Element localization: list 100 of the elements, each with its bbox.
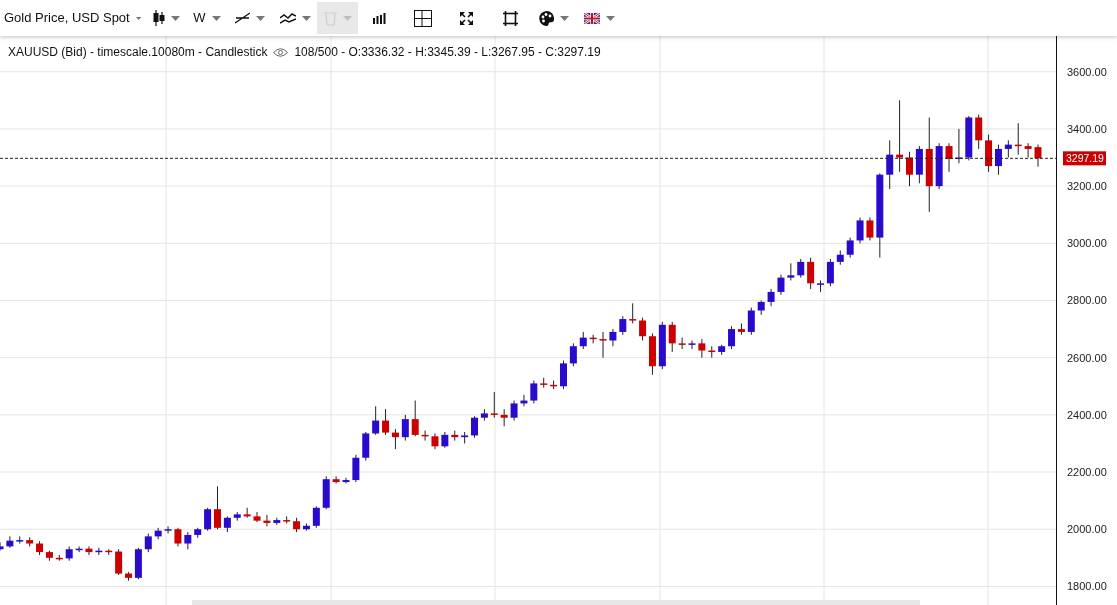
- candle: [589, 334, 597, 344]
- candle: [866, 217, 874, 241]
- candle: [471, 415, 478, 439]
- candle: [678, 337, 686, 350]
- caret-icon: [170, 15, 180, 21]
- caret-icon: [211, 15, 221, 21]
- candle: [787, 262, 795, 281]
- candle: [965, 115, 973, 161]
- candle: [836, 249, 844, 266]
- candle: [906, 151, 913, 187]
- interval-dropdown[interactable]: W: [187, 2, 227, 34]
- candle: [451, 430, 459, 442]
- candle: [915, 145, 923, 184]
- candle: [85, 545, 93, 556]
- axis-label: 2400.00: [1067, 408, 1107, 421]
- indicator-icon: [279, 12, 296, 24]
- axis-label: 2200.00: [1067, 466, 1107, 479]
- candle: [401, 414, 409, 442]
- candle: [688, 340, 696, 350]
- candle: [619, 315, 627, 336]
- candle: [629, 302, 637, 324]
- candle: [599, 331, 607, 359]
- candle: [312, 505, 320, 529]
- candle: [441, 431, 449, 449]
- candle: [609, 328, 617, 347]
- candle: [243, 507, 251, 519]
- candle: [490, 391, 498, 419]
- candle: [569, 342, 577, 367]
- candle: [500, 408, 508, 427]
- palette-icon: [539, 10, 554, 26]
- candle: [718, 344, 726, 356]
- caret-icon: [605, 15, 615, 21]
- caret-icon: [560, 15, 569, 21]
- candle: [530, 380, 538, 404]
- candle: [105, 548, 113, 556]
- candle: [332, 475, 340, 484]
- candle: [95, 547, 103, 556]
- candle: [1014, 122, 1022, 156]
- symbol-dropdown[interactable]: Gold Price, USD Spot: [0, 2, 145, 34]
- candle: [0, 541, 4, 552]
- candle: [16, 535, 24, 545]
- candle: [817, 279, 824, 293]
- candle: [886, 139, 894, 190]
- candle: [480, 408, 488, 422]
- candle: [144, 533, 152, 553]
- trash-icon: [323, 10, 337, 26]
- candle: [797, 258, 805, 279]
- axis-label: 3000.00: [1067, 237, 1107, 250]
- candle: [826, 258, 834, 287]
- axis-label: 3600.00: [1067, 65, 1107, 78]
- axis-label: 1800.00: [1067, 580, 1107, 593]
- candle: [421, 430, 429, 442]
- scrollbar[interactable]: [192, 600, 920, 605]
- eye-icon[interactable]: [273, 47, 289, 57]
- frame-icon: [502, 10, 518, 26]
- candle: [560, 360, 567, 390]
- bar-chart-icon: [373, 12, 387, 24]
- candle: [55, 554, 63, 562]
- candle: [945, 142, 953, 173]
- candle: [1024, 142, 1032, 158]
- caret-icon: [256, 15, 265, 21]
- caret-icon: [301, 15, 311, 21]
- axis-label: 3200.00: [1067, 180, 1107, 193]
- flag-icon: [583, 12, 600, 24]
- candle: [777, 274, 785, 296]
- candle: [184, 531, 192, 550]
- candle: [174, 527, 182, 547]
- candle: [540, 377, 548, 389]
- candle: [115, 548, 123, 576]
- candle: [975, 114, 983, 150]
- candle: [26, 536, 34, 547]
- candle: [668, 321, 676, 353]
- candle: [708, 345, 716, 359]
- candle: [520, 394, 528, 407]
- legend-title: XAUUSD (Bid) - timescale.10080m - Candlestick: [8, 44, 268, 61]
- candle: [431, 432, 439, 450]
- candle: [1034, 144, 1042, 168]
- candle: [6, 535, 14, 549]
- candle: [204, 507, 212, 532]
- candle: [698, 338, 706, 359]
- axis-label: 3400.00: [1067, 122, 1107, 135]
- fullscreen-icon: [459, 11, 473, 25]
- candle: [342, 477, 350, 484]
- candle: [253, 511, 261, 523]
- candle: [856, 217, 864, 244]
- candle: [214, 485, 221, 530]
- axis-label: 2000.00: [1067, 523, 1107, 536]
- candle: [846, 237, 854, 259]
- candle: [935, 142, 943, 190]
- candle: [134, 547, 142, 580]
- candle: [747, 307, 755, 336]
- ohlc-values: 108/500 - O:3336.32 - H:3345.39 - L:3267.95 - C:3297.19: [294, 44, 601, 61]
- candle: [579, 331, 587, 350]
- candle: [223, 515, 231, 533]
- candle: [283, 515, 291, 524]
- candle: [510, 400, 518, 422]
- line-tool-icon: [235, 12, 250, 24]
- candle: [75, 545, 83, 553]
- candle: [757, 300, 765, 316]
- caret-icon: [135, 15, 141, 21]
